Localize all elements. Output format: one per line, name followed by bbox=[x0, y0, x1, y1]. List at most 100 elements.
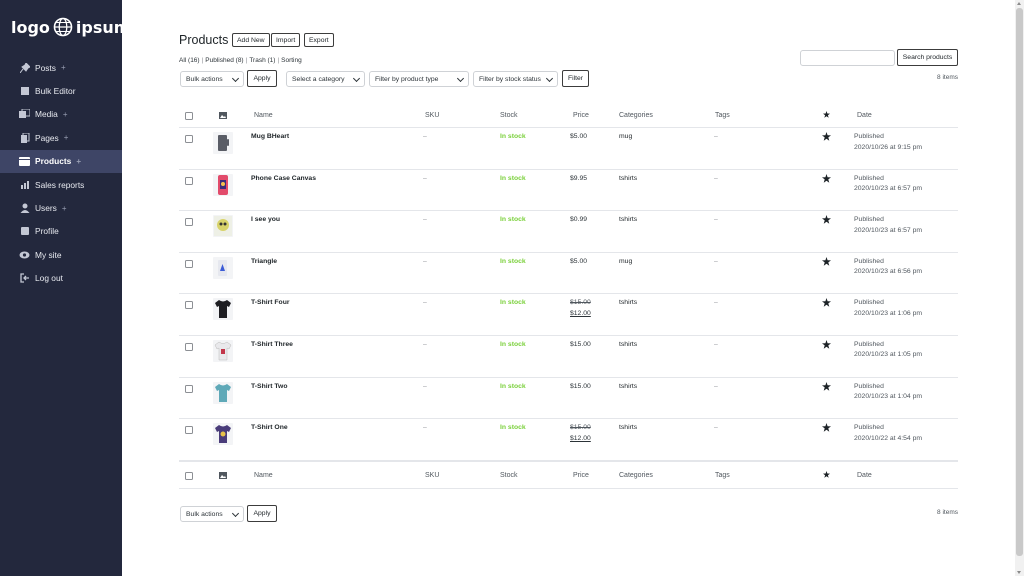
tags-value: – bbox=[714, 424, 718, 432]
featured-star-icon[interactable] bbox=[822, 173, 831, 185]
product-name-link[interactable]: Mug BHeart bbox=[251, 133, 289, 140]
row-checkbox[interactable] bbox=[185, 218, 193, 227]
product-name-link[interactable]: T-Shirt One bbox=[251, 424, 288, 431]
product-type-select[interactable]: Filter by product type bbox=[369, 71, 469, 87]
row-checkbox[interactable] bbox=[185, 259, 193, 268]
apply-button-bottom[interactable]: Apply bbox=[247, 505, 277, 522]
search-input[interactable] bbox=[800, 50, 895, 66]
tshirt-black-thumb[interactable] bbox=[213, 298, 233, 321]
row-checkbox[interactable] bbox=[185, 301, 193, 310]
featured-star-icon[interactable] bbox=[822, 298, 831, 309]
table-row: Mug BHeart – In stock $5.00 mug – Published 202… bbox=[179, 128, 958, 170]
category-link[interactable]: mug bbox=[619, 258, 632, 265]
sidebar-item-label: Users bbox=[35, 203, 57, 214]
filter-link-published[interactable]: Published (8) bbox=[205, 57, 243, 64]
stock-status-select[interactable]: Filter by stock status bbox=[473, 71, 558, 87]
row-checkbox[interactable] bbox=[185, 342, 193, 351]
column-stock: Stock bbox=[500, 112, 518, 119]
export-button[interactable]: Export bbox=[304, 33, 334, 47]
sidebar-item-log-out[interactable]: Log out bbox=[0, 267, 122, 290]
tshirt-teal-thumb[interactable] bbox=[213, 381, 233, 404]
scroll-down-icon[interactable] bbox=[1017, 571, 1021, 574]
import-button[interactable]: Import bbox=[271, 33, 301, 47]
art-thumb[interactable] bbox=[213, 215, 233, 238]
apply-button[interactable]: Apply bbox=[247, 70, 277, 87]
stock-status: In stock bbox=[500, 133, 526, 140]
tshirt-purple-thumb[interactable] bbox=[213, 423, 233, 446]
product-name-link[interactable]: I see you bbox=[251, 216, 280, 223]
filter-button[interactable]: Filter bbox=[562, 70, 589, 87]
mug-thumb[interactable] bbox=[213, 132, 233, 154]
product-name-link[interactable]: T-Shirt Two bbox=[251, 383, 288, 390]
date-cell: Published 2020/10/22 at 4:54 pm bbox=[854, 423, 922, 444]
sidebar-item-products[interactable]: Products + bbox=[0, 149, 122, 173]
tshirt-white-thumb[interactable] bbox=[213, 339, 233, 362]
column-price-footer[interactable]: Price bbox=[573, 472, 589, 479]
sidebar-item-profile[interactable]: Profile bbox=[0, 220, 122, 243]
featured-column-star-icon[interactable] bbox=[823, 111, 830, 120]
featured-star-icon[interactable] bbox=[822, 381, 831, 393]
category-link[interactable]: tshirts bbox=[619, 299, 637, 306]
featured-star-icon[interactable] bbox=[822, 256, 831, 268]
row-checkbox[interactable] bbox=[185, 384, 193, 393]
category-select[interactable]: Select a category bbox=[286, 71, 365, 87]
bulk-actions-select[interactable]: Bulk actions bbox=[180, 71, 244, 87]
column-price[interactable]: Price bbox=[573, 112, 589, 119]
category-link[interactable]: tshirts bbox=[619, 424, 637, 431]
column-date-footer[interactable]: Date bbox=[857, 472, 872, 479]
table-row: Triangle – In stock $5.00 mug – Published 2020/… bbox=[179, 253, 958, 295]
sku-value: – bbox=[423, 174, 427, 182]
column-name[interactable]: Name bbox=[254, 112, 273, 119]
sidebar-item-bulk-editor[interactable]: Bulk Editor bbox=[0, 79, 122, 102]
sidebar-item-posts[interactable]: Posts + bbox=[0, 56, 122, 79]
filter-link-trash[interactable]: Trash (1) bbox=[249, 57, 275, 64]
product-name-link[interactable]: T-Shirt Three bbox=[251, 341, 293, 348]
category-link[interactable]: tshirts bbox=[619, 216, 637, 223]
featured-star-icon[interactable] bbox=[822, 423, 831, 434]
select-all-checkbox-footer[interactable] bbox=[185, 471, 193, 480]
column-name-footer[interactable]: Name bbox=[254, 472, 273, 479]
table-body: Mug BHeart – In stock $5.00 mug – Published 202… bbox=[179, 128, 958, 461]
sidebar-item-sales-reports[interactable]: Sales reports bbox=[0, 173, 122, 196]
category-link[interactable]: tshirts bbox=[619, 341, 637, 348]
row-checkbox[interactable] bbox=[185, 135, 193, 143]
sidebar-item-users[interactable]: Users + bbox=[0, 196, 122, 219]
product-name-link[interactable]: T-Shirt Four bbox=[251, 299, 290, 306]
column-sku[interactable]: SKU bbox=[425, 112, 439, 119]
filter-link-all[interactable]: All (16) bbox=[179, 57, 200, 64]
publish-date: 2020/10/23 at 6:56 pm bbox=[854, 268, 923, 276]
sidebar-item-my-site[interactable]: My site bbox=[0, 243, 122, 266]
category-link[interactable]: mug bbox=[619, 133, 632, 140]
row-checkbox[interactable] bbox=[185, 426, 193, 435]
column-sku-footer[interactable]: SKU bbox=[425, 472, 439, 479]
search-products-button[interactable]: Search products bbox=[897, 49, 958, 66]
add-new-button[interactable]: Add New bbox=[232, 33, 270, 47]
category-link[interactable]: tshirts bbox=[619, 383, 637, 390]
featured-star-icon[interactable] bbox=[822, 132, 831, 143]
product-name-link[interactable]: Triangle bbox=[251, 258, 277, 265]
bulk-actions-select-bottom[interactable]: Bulk actions bbox=[180, 506, 244, 522]
column-date[interactable]: Date bbox=[857, 112, 872, 119]
page-scrollbar[interactable] bbox=[1015, 0, 1024, 576]
scroll-up-icon[interactable] bbox=[1017, 2, 1021, 5]
stock-status: In stock bbox=[500, 216, 526, 224]
product-name-link[interactable]: Phone Case Canvas bbox=[251, 175, 316, 182]
brand-logo[interactable]: logo ipsum ® bbox=[11, 17, 136, 37]
select-all-checkbox[interactable] bbox=[185, 112, 193, 120]
featured-star-icon[interactable] bbox=[822, 339, 831, 351]
sidebar-item-pages[interactable]: Pages + bbox=[0, 126, 122, 149]
stock-status: In stock bbox=[500, 174, 526, 182]
featured-column-star-icon[interactable] bbox=[823, 470, 830, 480]
sku-value: – bbox=[423, 424, 427, 432]
publish-date: 2020/10/23 at 6:57 pm bbox=[854, 185, 923, 193]
scrollbar-thumb[interactable] bbox=[1016, 8, 1023, 556]
sidebar-item-label: Profile bbox=[35, 226, 59, 237]
filter-link-sorting[interactable]: Sorting bbox=[281, 57, 302, 64]
phone-case-thumb[interactable] bbox=[213, 173, 233, 196]
category-link[interactable]: tshirts bbox=[619, 175, 637, 182]
mug-blue-thumb[interactable] bbox=[213, 256, 233, 279]
sidebar-item-media[interactable]: Media + bbox=[0, 103, 122, 126]
bulk-actions-value: Bulk actions bbox=[186, 75, 223, 83]
featured-star-icon[interactable] bbox=[822, 215, 831, 226]
row-checkbox[interactable] bbox=[185, 176, 193, 185]
